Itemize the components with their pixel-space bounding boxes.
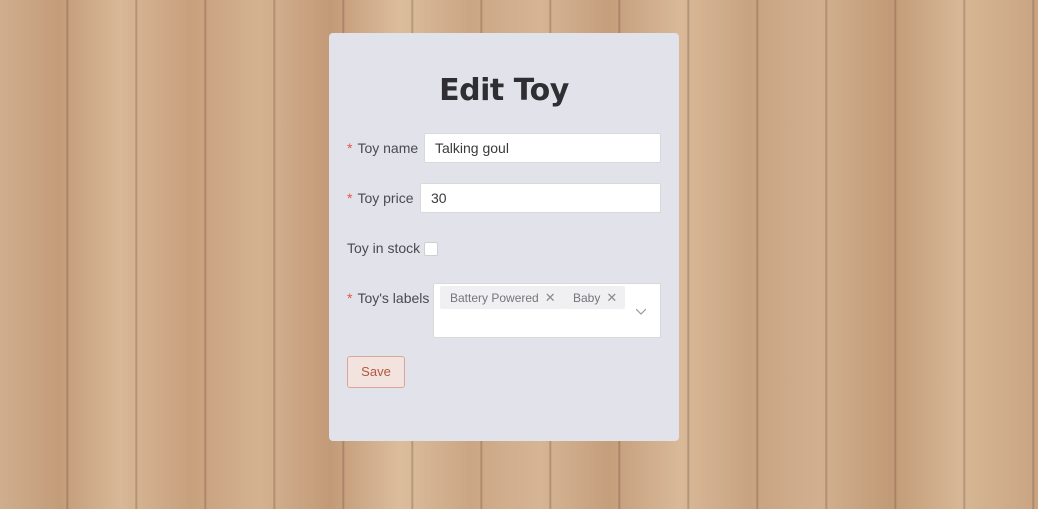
toy-price-label: * Toy price	[347, 190, 413, 206]
toy-in-stock-checkbox[interactable]	[424, 242, 438, 256]
label-tag: Battery Powered ✕	[440, 286, 564, 309]
required-mark: *	[347, 140, 353, 156]
label-tag-text: Battery Powered	[450, 291, 539, 305]
label-tag-text: Baby	[573, 291, 601, 305]
toy-labels-label-text: Toy's labels	[357, 290, 430, 306]
page-title: Edit Toy	[439, 73, 569, 108]
label-tag: Baby ✕	[563, 286, 626, 309]
save-button[interactable]: Save	[347, 356, 405, 388]
toy-price-label-text: Toy price	[357, 190, 414, 206]
required-mark: *	[347, 190, 353, 206]
toy-labels-select[interactable]: Battery Powered ✕ Baby ✕	[433, 283, 661, 338]
close-icon[interactable]: ✕	[606, 290, 617, 305]
toy-price-input[interactable]: 30	[420, 183, 661, 213]
edit-toy-form: Edit Toy * Toy name Talking goul * Toy pri…	[329, 33, 679, 441]
toy-labels-label: * Toy's labels	[347, 290, 429, 306]
chevron-down-icon[interactable]	[636, 306, 646, 316]
toy-name-label: * Toy name	[347, 140, 418, 156]
required-mark: *	[347, 290, 353, 306]
close-icon[interactable]: ✕	[545, 290, 556, 305]
toy-name-input[interactable]: Talking goul	[424, 133, 661, 163]
toy-in-stock-label: Toy in stock	[347, 240, 421, 256]
toy-name-label-text: Toy name	[357, 140, 419, 156]
